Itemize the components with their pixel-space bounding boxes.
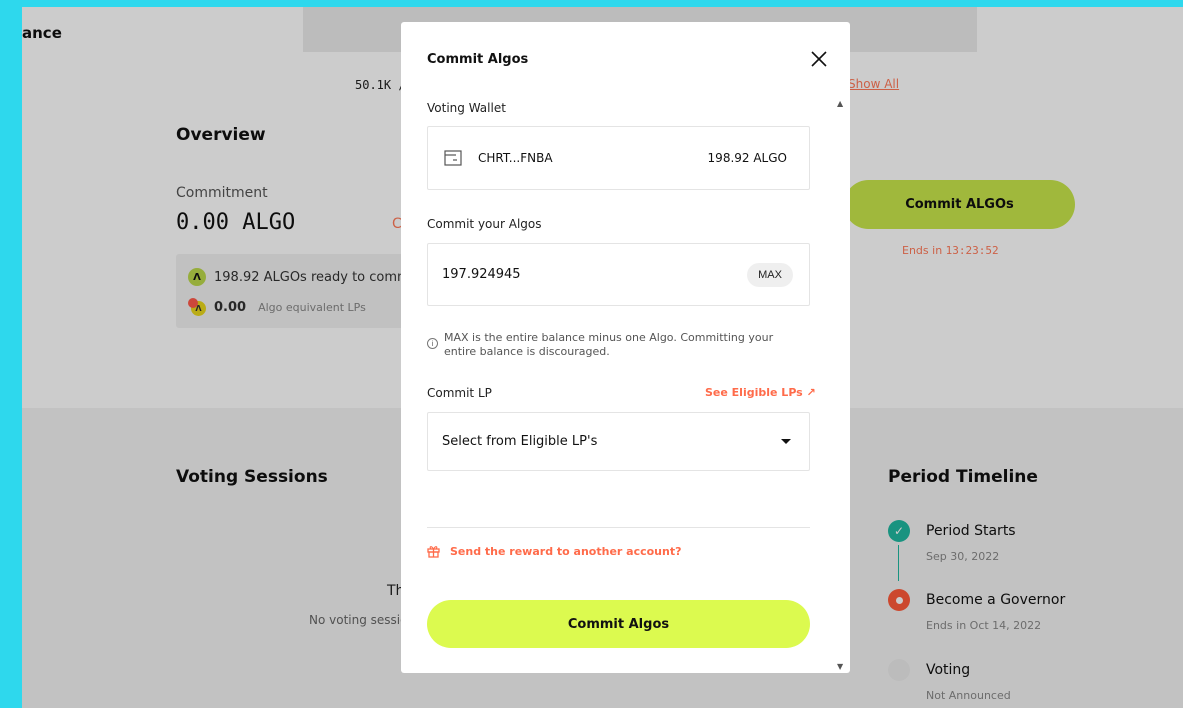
- lp-select-dropdown[interactable]: Select from Eligible LP's: [427, 412, 810, 471]
- lp-select-placeholder: Select from Eligible LP's: [442, 434, 598, 449]
- max-button[interactable]: MAX: [747, 262, 793, 287]
- wallet-icon: [444, 150, 462, 166]
- amount-field: MAX: [427, 243, 810, 306]
- gift-icon: [427, 546, 440, 558]
- scroll-up-arrow-icon[interactable]: ▲: [837, 99, 843, 108]
- close-icon[interactable]: [807, 47, 831, 71]
- info-text: MAX is the entire balance minus one Algo…: [444, 331, 774, 358]
- commit-algos-modal: Commit Algos ▲ ▼ Voting Wallet CHRT...FN…: [401, 22, 850, 673]
- amount-input[interactable]: [442, 267, 747, 282]
- max-info-note: i MAX is the entire balance minus one Al…: [427, 331, 797, 359]
- voting-wallet-label: Voting Wallet: [427, 101, 506, 115]
- wallet-address: CHRT...FNBA: [478, 151, 553, 165]
- see-eligible-lps-link[interactable]: See Eligible LPs ↗: [705, 386, 816, 399]
- send-reward-text: Send the reward to another account?: [450, 545, 682, 558]
- chevron-down-icon: [781, 439, 791, 444]
- section-divider: [427, 527, 810, 528]
- wallet-balance: 198.92 ALGO: [707, 151, 787, 165]
- commit-lp-label: Commit LP: [427, 386, 492, 400]
- modal-title: Commit Algos: [427, 52, 529, 67]
- send-reward-link[interactable]: Send the reward to another account?: [427, 545, 681, 558]
- commit-algos-submit-button[interactable]: Commit Algos: [427, 600, 810, 648]
- info-icon: i: [427, 338, 438, 349]
- scroll-down-arrow-icon[interactable]: ▼: [837, 662, 843, 671]
- commit-algos-label: Commit your Algos: [427, 217, 542, 231]
- voting-wallet-card: CHRT...FNBA 198.92 ALGO: [427, 126, 810, 190]
